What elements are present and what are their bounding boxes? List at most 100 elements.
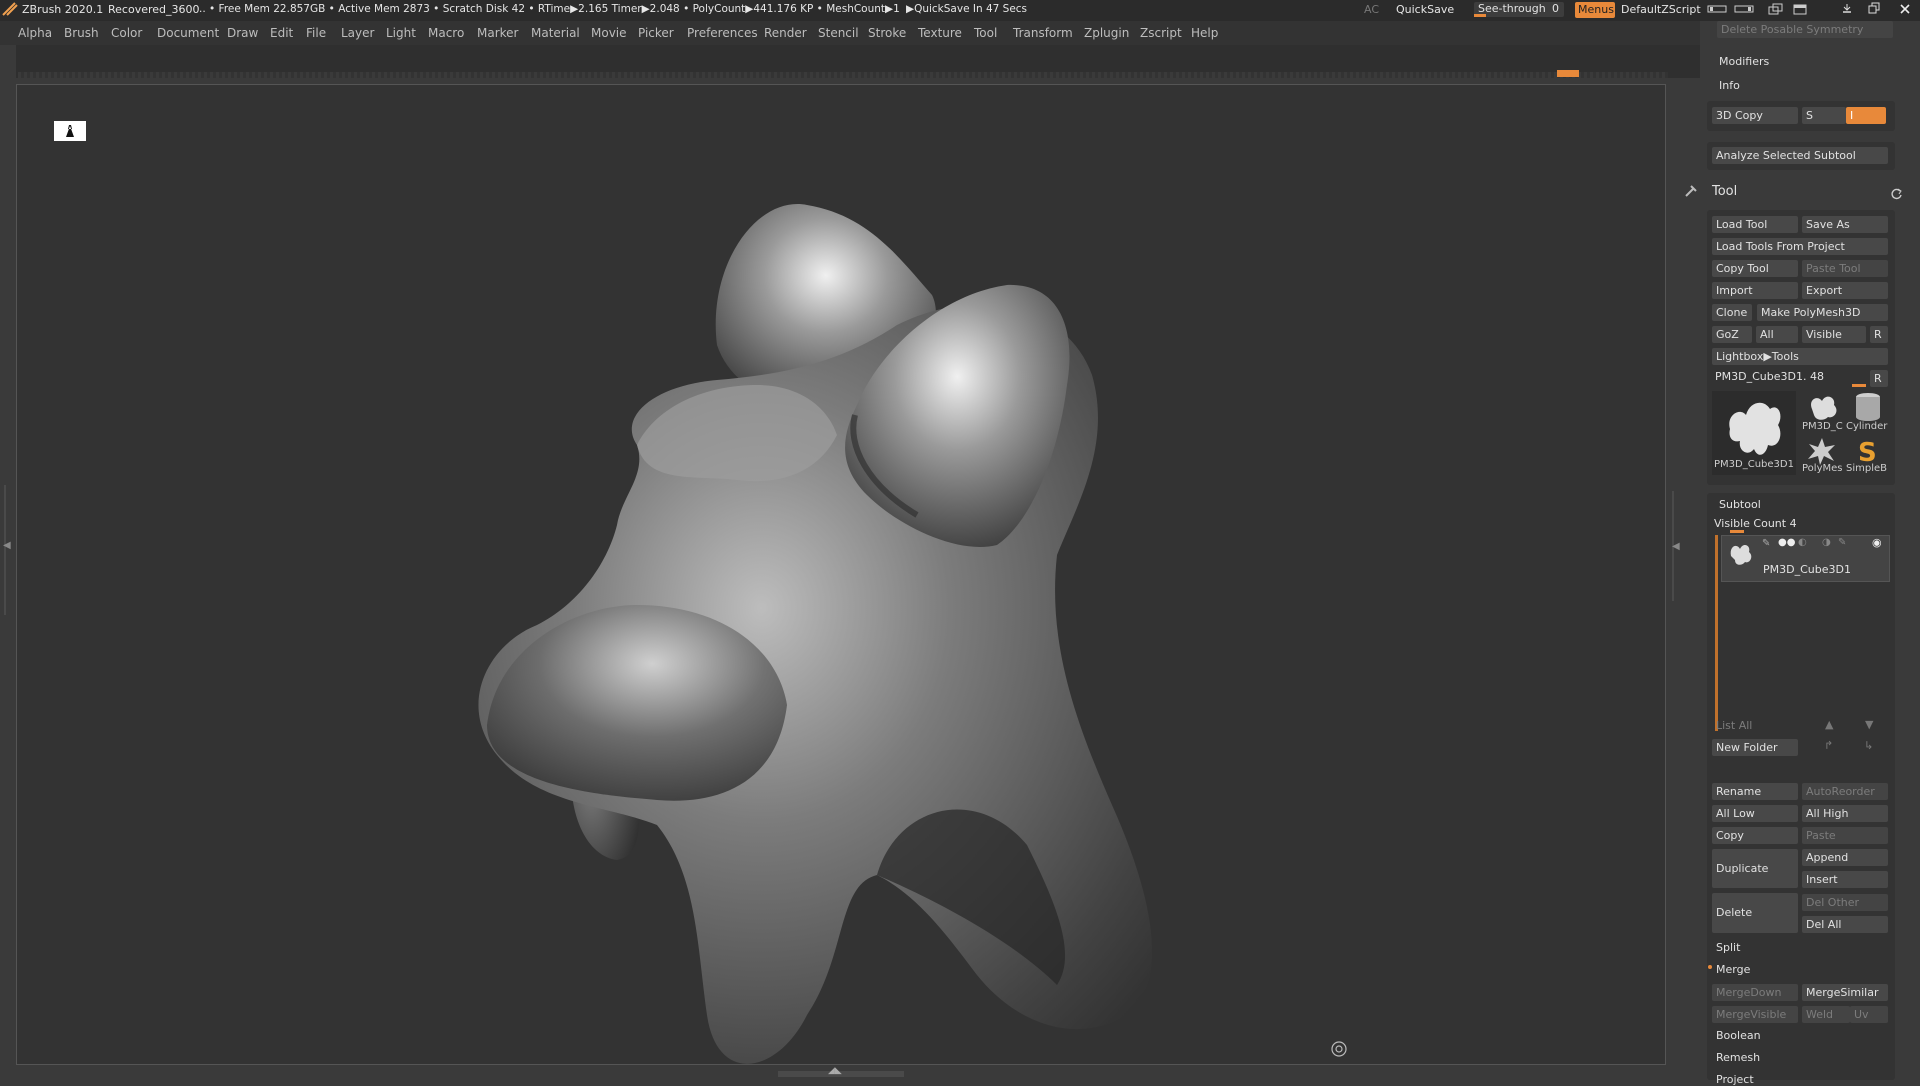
menu-render[interactable]: Render <box>764 26 807 40</box>
lightbox-tools-button[interactable]: Lightbox▶Tools <box>1712 348 1888 365</box>
copy-tool-button[interactable]: Copy Tool <box>1712 260 1798 277</box>
see-through-slider[interactable]: See-through 0 <box>1474 2 1564 17</box>
subtool-item-double-icon[interactable]: ◑ <box>1822 537 1831 548</box>
all-low-button[interactable]: All Low <box>1712 805 1798 822</box>
right-tray-arrow-icon[interactable]: ◀ <box>1672 541 1680 552</box>
analyze-subtool-button[interactable]: Analyze Selected Subtool <box>1712 147 1888 164</box>
menu-light[interactable]: Light <box>386 26 416 40</box>
copy3d-s-button[interactable]: S <box>1802 107 1846 124</box>
split-header[interactable]: Split <box>1716 941 1740 954</box>
insert-button[interactable]: Insert <box>1802 871 1888 888</box>
goz-all-button[interactable]: All <box>1756 326 1798 343</box>
menu-texture[interactable]: Texture <box>918 26 962 40</box>
info-header[interactable]: Info <box>1719 79 1740 92</box>
subtool-item-pencil-icon[interactable]: ✎ <box>1838 537 1846 548</box>
subtool-item-brush-icon[interactable]: ✎ <box>1762 538 1770 549</box>
menu-help[interactable]: Help <box>1191 26 1218 40</box>
menu-tool[interactable]: Tool <box>974 26 997 40</box>
floor-icon[interactable] <box>1330 1040 1348 1061</box>
menu-stroke[interactable]: Stroke <box>868 26 906 40</box>
subtool-item[interactable]: ✎ ●● ◐ ◑ ✎ ◉ PM3D_Cube3D1 <box>1721 535 1890 582</box>
menu-color[interactable]: Color <box>111 26 142 40</box>
save-as-button[interactable]: Save As <box>1802 216 1888 233</box>
floating-palette-icon[interactable] <box>1767 3 1785 19</box>
menu-zplugin[interactable]: Zplugin <box>1084 26 1129 40</box>
uv-toggle[interactable]: Uv <box>1850 1006 1888 1023</box>
subtool-item-polypaint-icon[interactable]: ●● <box>1778 537 1795 548</box>
merge-header[interactable]: Merge <box>1716 963 1750 976</box>
rename-button[interactable]: Rename <box>1712 783 1798 800</box>
all-high-button[interactable]: All High <box>1802 805 1888 822</box>
current-tool-label[interactable]: PM3D_Cube3D1. 48 <box>1715 370 1824 383</box>
tool-refresh-icon[interactable] <box>1890 187 1903 203</box>
menu-material[interactable]: Material <box>531 26 580 40</box>
boolean-header[interactable]: Boolean <box>1716 1029 1761 1042</box>
copy3d-button[interactable]: 3D Copy <box>1712 107 1798 124</box>
zbrush-logo-icon[interactable] <box>2 2 18 19</box>
goz-visible-button[interactable]: Visible <box>1802 326 1866 343</box>
visible-count-label[interactable]: Visible Count 4 <box>1714 517 1797 530</box>
folder-up-icon[interactable]: ↱ <box>1824 739 1833 752</box>
clone-button[interactable]: Clone <box>1712 304 1752 321</box>
current-tool-r-button[interactable]: R <box>1870 370 1888 387</box>
menu-picker[interactable]: Picker <box>638 26 674 40</box>
delete-posable-symmetry-button[interactable]: Delete Posable Symmetry <box>1717 21 1893 38</box>
copy3d-value-field[interactable]: I <box>1846 107 1886 124</box>
goz-r-button[interactable]: R <box>1870 326 1888 343</box>
export-button[interactable]: Export <box>1802 282 1888 299</box>
restore-icon[interactable] <box>1868 2 1880 19</box>
menu-transform[interactable]: Transform <box>1013 26 1073 40</box>
del-all-button[interactable]: Del All <box>1802 916 1888 933</box>
menu-stencil[interactable]: Stencil <box>818 26 859 40</box>
quicksave-button[interactable]: QuickSave <box>1396 3 1454 16</box>
list-all-button[interactable]: List All <box>1712 717 1798 734</box>
move-down-icon[interactable]: ▼ <box>1865 718 1873 731</box>
script-name[interactable]: DefaultZScript <box>1621 3 1701 16</box>
paste-button[interactable]: Paste <box>1802 827 1888 844</box>
mergesimilar-button[interactable]: MergeSimilar <box>1802 984 1888 1001</box>
subtool-scrollbar[interactable] <box>1715 535 1718 731</box>
mergevisible-button[interactable]: MergeVisible <box>1712 1006 1798 1023</box>
menu-draw[interactable]: Draw <box>227 26 258 40</box>
window-icon[interactable] <box>1792 3 1810 19</box>
menu-zscript[interactable]: Zscript <box>1140 26 1182 40</box>
duplicate-button[interactable]: Duplicate <box>1712 849 1798 888</box>
import-button[interactable]: Import <box>1712 282 1798 299</box>
menu-preferences[interactable]: Preferences <box>687 26 758 40</box>
folder-down-icon[interactable]: ↳ <box>1864 739 1873 752</box>
left-tray-arrow-icon[interactable]: ◀ <box>3 540 11 551</box>
menu-macro[interactable]: Macro <box>428 26 464 40</box>
tool-thumb-4[interactable]: S SimpleB <box>1846 435 1890 477</box>
menu-marker[interactable]: Marker <box>477 26 518 40</box>
menu-layer[interactable]: Layer <box>341 26 374 40</box>
subtool-item-mode-icon[interactable]: ◐ <box>1798 537 1807 548</box>
shelf-marker[interactable] <box>1557 70 1579 77</box>
load-tool-button[interactable]: Load Tool <box>1712 216 1798 233</box>
menu-movie[interactable]: Movie <box>591 26 627 40</box>
layout-next-icon[interactable] <box>1734 4 1756 17</box>
tool-palette-title[interactable]: Tool <box>1712 184 1737 199</box>
menu-brush[interactable]: Brush <box>64 26 99 40</box>
remesh-header[interactable]: Remesh <box>1716 1051 1760 1064</box>
subtool-item-eye-icon[interactable]: ◉ <box>1872 536 1882 549</box>
append-button[interactable]: Append <box>1802 849 1888 866</box>
goz-button[interactable]: GoZ <box>1712 326 1752 343</box>
move-up-icon[interactable]: ▲ <box>1825 718 1833 731</box>
tool-thumb-main[interactable]: PM3D_Cube3D1 <box>1712 391 1796 475</box>
delete-button[interactable]: Delete <box>1712 893 1798 933</box>
paste-tool-button[interactable]: Paste Tool <box>1802 260 1888 277</box>
tool-thumb-3[interactable]: PolyMes <box>1802 435 1842 477</box>
tool-thumb-1[interactable]: PM3D_C <box>1802 391 1843 433</box>
weld-toggle[interactable]: Weld <box>1802 1006 1850 1023</box>
bottom-tray-arrow-icon[interactable]: ◢◣ <box>828 1066 842 1076</box>
del-other-button[interactable]: Del Other <box>1802 894 1888 911</box>
sculpted-mesh[interactable] <box>17 85 1665 1064</box>
autoreorder-button[interactable]: AutoReorder <box>1802 783 1888 800</box>
layout-prev-icon[interactable] <box>1707 4 1729 17</box>
modifiers-header[interactable]: Modifiers <box>1719 55 1769 68</box>
menus-button[interactable]: Menus <box>1575 2 1615 18</box>
viewport-canvas[interactable] <box>16 84 1666 1065</box>
mergedown-button[interactable]: MergeDown <box>1712 984 1798 1001</box>
menu-document[interactable]: Document <box>157 26 219 40</box>
minimize-icon[interactable] <box>1841 2 1853 19</box>
